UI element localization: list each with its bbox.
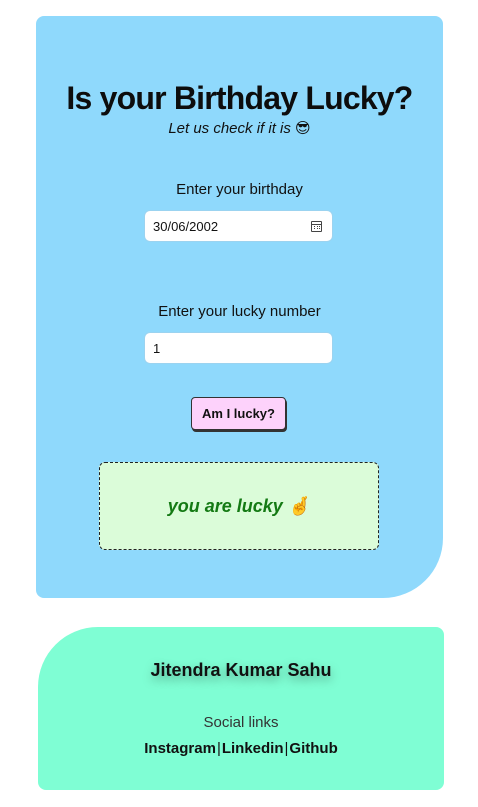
author-name: Jitendra Kumar Sahu — [150, 660, 332, 680]
instagram-link[interactable]: Instagram — [144, 740, 216, 757]
link-separator: | — [284, 740, 289, 757]
link-separator: | — [216, 740, 221, 757]
lucky-number-label: Enter your lucky number — [158, 303, 321, 320]
linkedin-link[interactable]: Linkedin — [222, 740, 284, 757]
check-lucky-button[interactable]: Am I lucky? — [191, 397, 286, 430]
page-title: Is your Birthday Lucky? — [66, 80, 413, 116]
birthday-date-input[interactable]: 30/06/2002 — [144, 210, 333, 242]
result-message: you are lucky 🤞 — [167, 495, 311, 516]
lucky-number-value: 1 — [153, 340, 161, 356]
lucky-number-input[interactable]: 1 — [144, 332, 333, 364]
result-box: you are lucky 🤞 — [99, 462, 379, 550]
calendar-icon[interactable] — [311, 220, 322, 232]
social-links-label: Social links — [203, 714, 279, 731]
birthday-date-value: 30/06/2002 — [153, 218, 219, 234]
page-subtitle: Let us check if it is 😎 — [168, 120, 311, 137]
github-link[interactable]: Github — [289, 740, 337, 757]
social-links: Instagram|Linkedin|Github — [38, 740, 444, 757]
birthday-label: Enter your birthday — [176, 181, 303, 198]
footer: Jitendra Kumar Sahu Social links Instagr… — [38, 627, 444, 790]
main-card: Is your Birthday Lucky? Let us check if … — [36, 16, 443, 598]
